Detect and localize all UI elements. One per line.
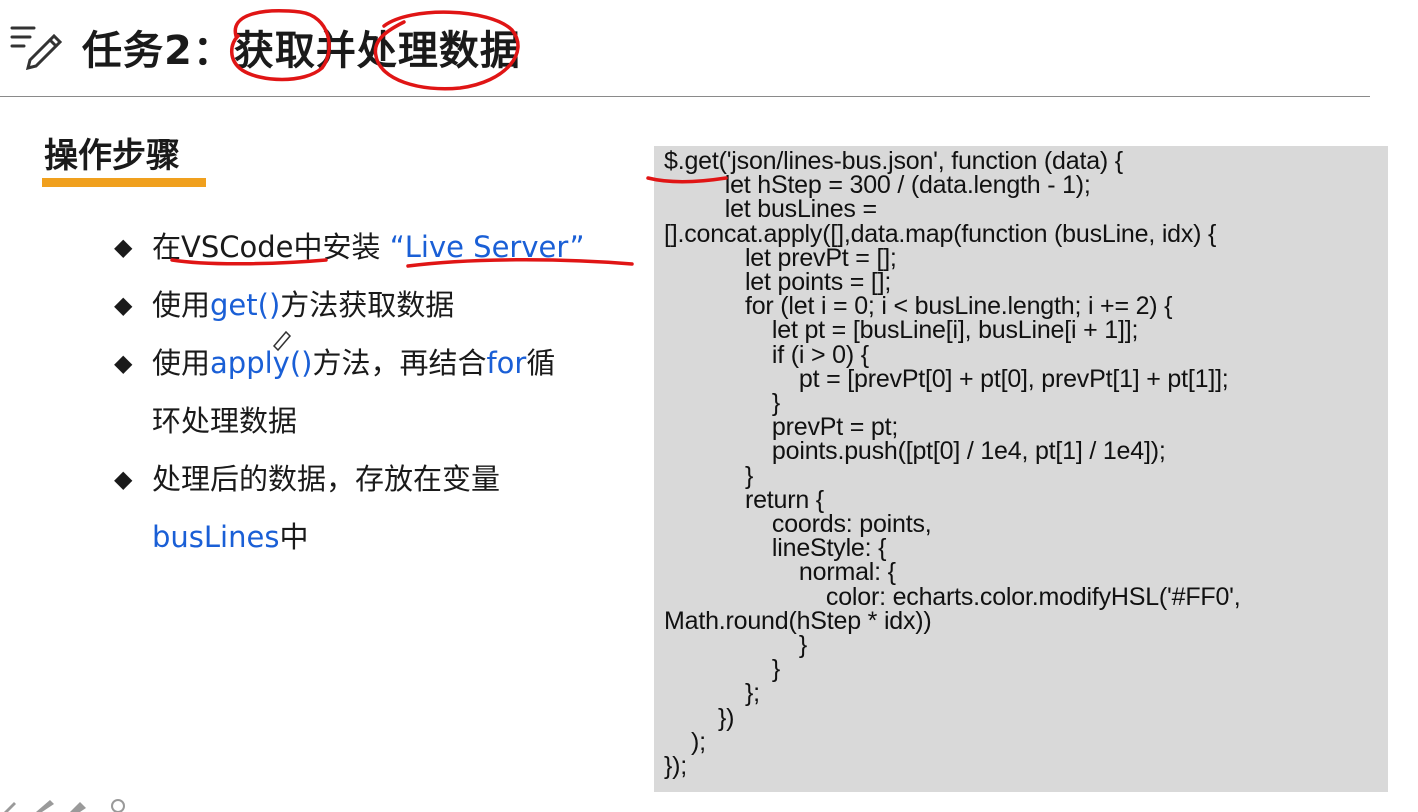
diamond-bullet-icon: ◆ bbox=[114, 349, 133, 377]
diamond-bullet-icon: ◆ bbox=[114, 465, 133, 493]
diamond-bullet-icon: ◆ bbox=[114, 291, 133, 319]
list-item: ◆ 使用apply()方法，再结合for循 环处理数据 bbox=[114, 334, 654, 450]
section-heading: 操作步骤 bbox=[44, 136, 180, 176]
notes-pen-icon bbox=[10, 26, 63, 70]
list-item: ◆ 处理后的数据，存放在变量 busLines中 bbox=[114, 450, 654, 566]
back-arrow-icon bbox=[4, 802, 16, 812]
pointer-icon bbox=[111, 799, 125, 812]
pen-icon bbox=[36, 800, 54, 812]
section-underline bbox=[42, 178, 206, 187]
list-item: ◆ 使用get()方法获取数据 bbox=[114, 276, 654, 334]
diamond-bullet-icon: ◆ bbox=[114, 233, 133, 261]
slide-header: 任务2：获取并处理数据 bbox=[0, 0, 1370, 97]
page-title: 任务2：获取并处理数据 bbox=[82, 28, 521, 74]
list-item: ◆ 在VSCode中安装 “Live Server” bbox=[114, 218, 654, 276]
presentation-toolbar[interactable] bbox=[0, 796, 140, 812]
highlighter-icon bbox=[70, 802, 86, 812]
code-block: $.get('json/lines-bus.json', function (d… bbox=[664, 147, 1241, 781]
steps-list: ◆ 在VSCode中安装 “Live Server” ◆ 使用get()方法获取… bbox=[114, 218, 654, 566]
